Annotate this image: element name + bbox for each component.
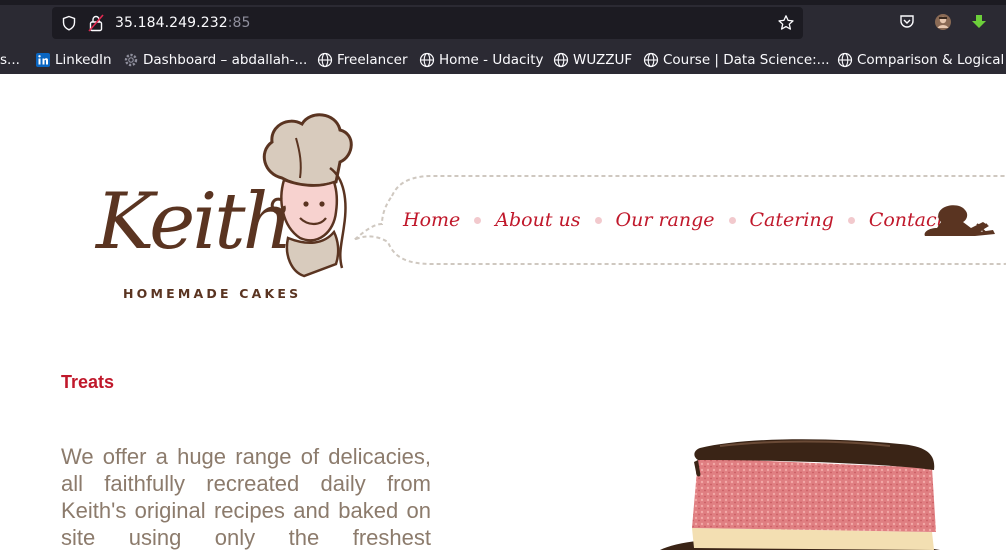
insecure-lock-icon[interactable] [88, 14, 104, 32]
nav-link-our-range[interactable]: Our range [616, 209, 715, 231]
logo-wordmark: Keith [96, 177, 293, 267]
nav-separator-dot [728, 216, 736, 224]
nav-link-catering[interactable]: Catering [750, 209, 834, 231]
baker-silhouette-icon [924, 205, 995, 236]
bookmark-label: Comparison & Logical ... [857, 52, 1006, 68]
url-host: 35.184.249.232 [115, 15, 228, 31]
gear-icon [124, 53, 138, 67]
nav-separator-dot [847, 216, 855, 224]
bookmark-label: Dashboard – abdallah-... [143, 52, 308, 68]
globe-icon [317, 52, 333, 68]
pocket-icon[interactable] [898, 13, 916, 31]
intro-paragraph: We offer a huge range of delicacies, all… [61, 444, 431, 550]
bookmark-comparison[interactable]: Comparison & Logical ... [837, 50, 1006, 70]
bookmark-item[interactable]: s... [0, 50, 20, 70]
bookmark-dashboard[interactable]: Dashboard – abdallah-... [123, 50, 307, 70]
bookmark-wuzzuf[interactable]: WUZZUF [553, 50, 632, 70]
logo-subtitle: HOMEMADE CAKES [123, 286, 302, 301]
nav-separator-dot [594, 216, 602, 224]
section-title: Treats [61, 372, 115, 392]
tracking-protection-shield-icon[interactable] [61, 15, 77, 31]
bookmark-udacity[interactable]: Home - Udacity [419, 50, 544, 70]
globe-icon [837, 52, 853, 68]
address-bar[interactable]: 35.184.249.232:85 [52, 7, 803, 39]
bookmark-label: s... [0, 52, 20, 68]
download-icon[interactable] [970, 13, 988, 31]
globe-icon [419, 52, 435, 68]
web-page: Keith HOMEMADE CAKES Home About us Our r… [0, 74, 1006, 550]
bookmarks-toolbar: s... LinkedIn Dashboard – abdallah-... F… [0, 46, 1006, 72]
bookmark-label: Home - Udacity [439, 52, 544, 68]
cake-slice-image [660, 439, 940, 550]
account-avatar-icon[interactable] [934, 13, 952, 31]
bookmark-label: LinkedIn [55, 52, 112, 68]
nav-link-home[interactable]: Home [403, 209, 460, 231]
bookmark-freelancer[interactable]: Freelancer [317, 50, 408, 70]
browser-chrome: 35.184.249.232:85 s... LinkedIn Dashboar… [0, 0, 1006, 74]
bookmark-linkedin[interactable]: LinkedIn [35, 50, 112, 70]
site-logo[interactable]: Keith HOMEMADE CAKES [96, 108, 356, 304]
globe-icon [643, 52, 659, 68]
bookmark-course[interactable]: Course | Data Science:... [643, 50, 830, 70]
main-navigation: Home About us Our range Catering Contact [403, 204, 944, 236]
nav-link-about-us[interactable]: About us [495, 209, 580, 231]
bookmark-label: WUZZUF [573, 52, 633, 68]
bookmark-label: Course | Data Science:... [663, 52, 830, 68]
bookmark-star-icon[interactable] [777, 14, 795, 32]
url-text[interactable]: 35.184.249.232:85 [115, 15, 251, 31]
nav-separator-dot [474, 216, 482, 224]
tab-strip-edge [0, 0, 1006, 5]
linkedin-icon [36, 53, 50, 67]
url-port: :85 [227, 15, 251, 31]
globe-icon [553, 52, 569, 68]
bookmark-label: Freelancer [337, 52, 408, 68]
